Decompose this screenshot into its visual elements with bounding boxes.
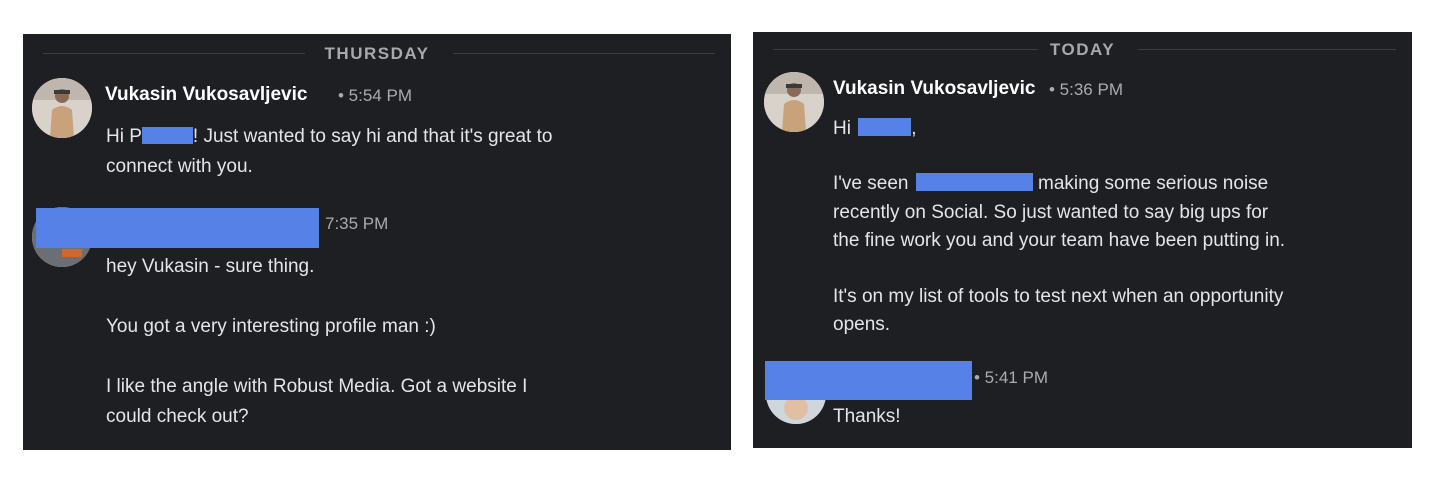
message-line: recently on Social. So just wanted to sa… bbox=[833, 202, 1269, 223]
message-line: You got a very interesting profile man :… bbox=[106, 316, 436, 337]
day-label: TODAY bbox=[1049, 40, 1116, 59]
message-line: could check out? bbox=[106, 406, 249, 427]
message-timestamp: • 5:41 PM bbox=[974, 368, 1048, 387]
redacted-sender-name bbox=[765, 361, 972, 400]
day-separator: TODAY bbox=[753, 40, 1412, 60]
avatar-vukasin[interactable] bbox=[764, 72, 824, 132]
message-text: making some serious noise bbox=[1038, 173, 1269, 194]
message-line: the fine work you and your team have bee… bbox=[833, 230, 1286, 251]
message-timestamp: • 5:54 PM bbox=[338, 86, 412, 105]
avatar-vukasin[interactable] bbox=[32, 78, 92, 138]
conversation-panel-thursday: THURSDAY Vukasin Vukosavljevic • 5:54 PM… bbox=[23, 34, 731, 450]
message-line: It's on my list of tools to test next wh… bbox=[833, 286, 1284, 307]
message-timestamp: • 5:36 PM bbox=[1049, 80, 1123, 99]
message-text: Hi bbox=[833, 118, 851, 139]
person-photo-icon bbox=[32, 78, 92, 138]
message-line: Hi , bbox=[833, 114, 917, 144]
message-line: I've seen making some serious noise bbox=[833, 169, 1268, 199]
day-label: THURSDAY bbox=[324, 44, 430, 63]
sender-name[interactable]: Vukasin Vukosavljevic bbox=[833, 78, 1035, 100]
redacted-company bbox=[915, 173, 1033, 191]
message-line: I like the angle with Robust Media. Got … bbox=[106, 376, 528, 397]
message-text: ! Just wanted to say hi and that it's gr… bbox=[192, 126, 553, 147]
redacted-name bbox=[858, 118, 912, 136]
message-line: hey Vukasin - sure thing. bbox=[106, 256, 315, 277]
sender-name[interactable]: Vukasin Vukosavljevic bbox=[105, 84, 307, 106]
message-text: , bbox=[911, 118, 917, 139]
message-line: connect with you. bbox=[106, 156, 253, 177]
message-line: opens. bbox=[833, 314, 891, 335]
message-line: Thanks! bbox=[833, 406, 901, 427]
message-line: Hi P ! Just wanted to say hi and that it'… bbox=[106, 122, 552, 152]
message-text: Hi P bbox=[106, 126, 142, 147]
redacted-sender-name bbox=[36, 208, 319, 248]
conversation-panel-today: TODAY Vukasin Vukosavljevic • 5:36 PM Hi… bbox=[753, 32, 1412, 448]
message-timestamp: 7:35 PM bbox=[325, 214, 389, 233]
day-separator: THURSDAY bbox=[23, 44, 731, 64]
redacted-name bbox=[141, 127, 193, 144]
message-text: I've seen bbox=[833, 173, 909, 194]
person-photo-icon bbox=[764, 72, 824, 132]
